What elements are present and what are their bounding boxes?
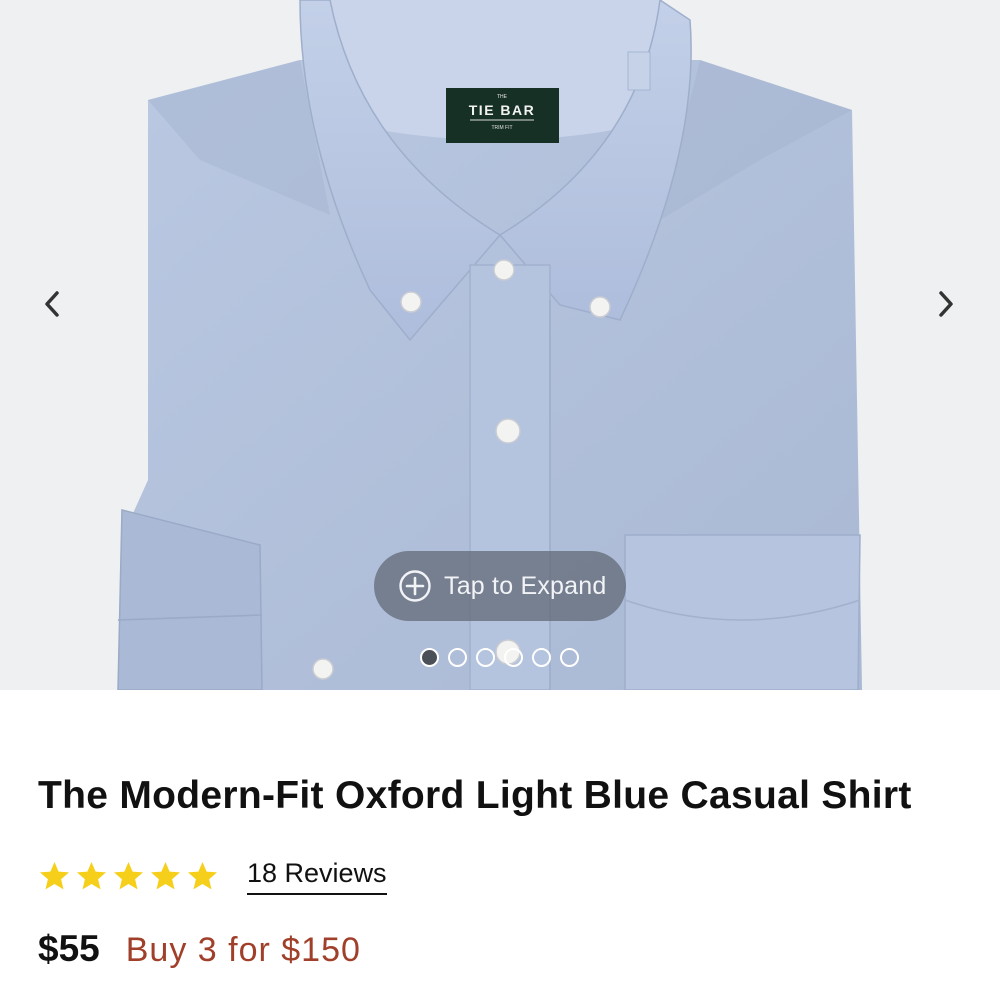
tap-to-expand-label: Tap to Expand	[444, 571, 607, 600]
brand-label-name: TIE BAR	[469, 102, 536, 118]
star-rating	[38, 860, 219, 893]
brand-label-small: THE	[497, 94, 508, 100]
pagination-dot[interactable]	[532, 648, 551, 667]
tap-to-expand-button[interactable]: Tap to Expand	[374, 551, 626, 621]
next-image-button[interactable]	[926, 284, 966, 324]
reviews-link[interactable]: 18 Reviews	[247, 858, 387, 895]
pagination-dot[interactable]	[476, 648, 495, 667]
star-icon	[77, 862, 106, 890]
star-icon	[151, 862, 180, 890]
pagination-dot[interactable]	[504, 648, 523, 667]
product-title: The Modern-Fit Oxford Light Blue Casual …	[38, 774, 912, 817]
price-row: $55 Buy 3 for $150	[38, 928, 361, 970]
product-image-gallery[interactable]: THE TIE BAR TRIM FIT Tap to Expand	[0, 0, 1000, 690]
star-icon	[40, 862, 69, 890]
promo-offer[interactable]: Buy 3 for $150	[126, 931, 361, 970]
rating-row: 18 Reviews	[38, 858, 387, 895]
pagination-dot[interactable]	[560, 648, 579, 667]
chevron-right-icon	[939, 291, 953, 317]
pagination-dot[interactable]	[448, 648, 467, 667]
product-price: $55	[38, 928, 100, 969]
star-icon	[188, 862, 217, 890]
previous-image-button[interactable]	[32, 284, 72, 324]
image-pagination-dots	[420, 648, 579, 667]
pagination-dot[interactable]	[420, 648, 439, 667]
star-icon	[114, 862, 143, 890]
plus-circle-icon	[399, 570, 431, 602]
brand-label-fit: TRIM FIT	[491, 125, 512, 131]
chevron-left-icon	[45, 291, 59, 317]
